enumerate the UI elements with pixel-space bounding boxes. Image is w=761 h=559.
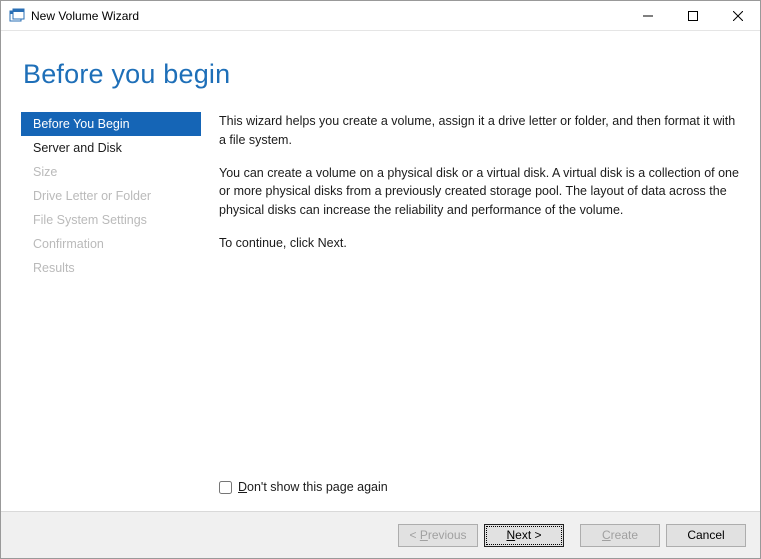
sidebar-item-before-you-begin[interactable]: Before You Begin — [21, 112, 201, 136]
cancel-button[interactable]: Cancel — [666, 524, 746, 547]
content-area: Before You Begin Server and Disk Size Dr… — [1, 96, 760, 511]
sidebar-item-file-system: File System Settings — [21, 208, 201, 232]
dont-show-again-row[interactable]: Don't show this page again — [219, 478, 740, 497]
next-button[interactable]: Next > — [484, 524, 564, 547]
intro-paragraph-3: To continue, click Next. — [219, 234, 740, 253]
sidebar-item-drive-letter: Drive Letter or Folder — [21, 184, 201, 208]
create-button: Create — [580, 524, 660, 547]
wizard-icon — [9, 8, 25, 24]
dont-show-again-label: Don't show this page again — [238, 478, 388, 497]
wizard-steps-sidebar: Before You Begin Server and Disk Size Dr… — [21, 112, 201, 511]
titlebar: New Volume Wizard — [1, 1, 760, 31]
sidebar-item-server-and-disk[interactable]: Server and Disk — [21, 136, 201, 160]
intro-paragraph-2: You can create a volume on a physical di… — [219, 164, 740, 220]
dont-show-again-checkbox[interactable] — [219, 481, 232, 494]
page-header: Before you begin — [1, 31, 760, 96]
sidebar-item-size: Size — [21, 160, 201, 184]
main-panel: This wizard helps you create a volume, a… — [201, 112, 740, 511]
wizard-footer: < Previous Next > Create Cancel — [1, 511, 760, 558]
window-controls — [625, 1, 760, 30]
sidebar-item-results: Results — [21, 256, 201, 280]
previous-button: < Previous — [398, 524, 478, 547]
maximize-button[interactable] — [670, 1, 715, 30]
page-title: Before you begin — [23, 59, 760, 90]
minimize-button[interactable] — [625, 1, 670, 30]
window-title: New Volume Wizard — [31, 9, 625, 23]
close-button[interactable] — [715, 1, 760, 30]
intro-paragraph-1: This wizard helps you create a volume, a… — [219, 112, 740, 150]
sidebar-item-confirmation: Confirmation — [21, 232, 201, 256]
